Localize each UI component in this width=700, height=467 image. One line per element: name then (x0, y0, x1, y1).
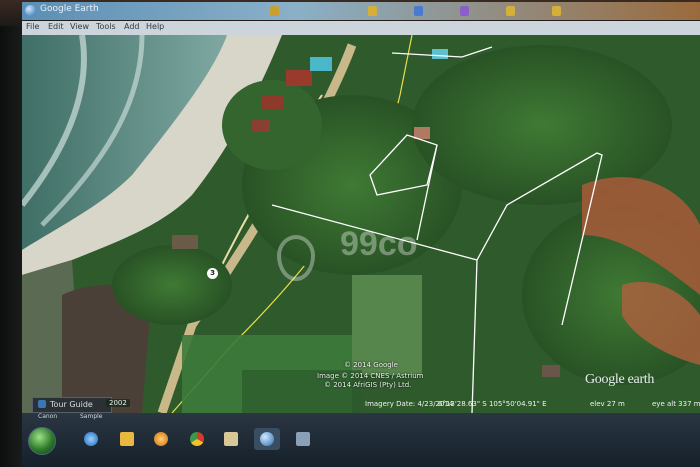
ie-icon[interactable] (78, 428, 104, 450)
toolbar-icon-5[interactable] (506, 6, 515, 16)
route-marker[interactable]: 3 (207, 268, 218, 279)
eye-altitude-readout: eye alt 337 m (652, 400, 700, 408)
toolbar-icon-4[interactable] (460, 6, 469, 16)
tour-guide-button[interactable]: Tour Guide (32, 397, 112, 413)
menu-add[interactable]: Add (124, 22, 140, 31)
google-earth-logo: Google earth (585, 372, 655, 387)
menu-edit[interactable]: Edit (48, 22, 64, 31)
window-titlebar[interactable]: Google Earth (22, 2, 700, 20)
toolbar-icon-3[interactable] (414, 6, 423, 16)
earth-icon[interactable] (254, 428, 280, 450)
media-icon[interactable] (148, 428, 174, 450)
desktop-icon-label-1[interactable]: Canon (38, 413, 57, 420)
toolbar-icon-1[interactable] (270, 6, 279, 16)
tour-guide-icon (38, 400, 46, 408)
explorer-icon[interactable] (114, 428, 140, 450)
chrome-icon[interactable] (184, 428, 210, 450)
desktop-icon-label-2[interactable]: Sample (80, 413, 103, 420)
menu-file[interactable]: File (26, 22, 39, 31)
folder-icon[interactable] (218, 428, 244, 450)
copyright-cnes: Image © 2014 CNES / Astrium (317, 372, 424, 380)
network-icon[interactable] (290, 428, 316, 450)
copyright-google: © 2014 Google (344, 361, 398, 369)
copyright-afrigis: © 2014 AfriGIS (Pty) Ltd. (324, 381, 412, 389)
toolbar-icon-6[interactable] (552, 6, 561, 16)
coordinates-readout: 6°13'28.63" S 105°50'04.91" E (438, 400, 547, 408)
toolbar-icon-2[interactable] (368, 6, 377, 16)
watermark-text: 99co (340, 225, 418, 263)
satellite-map-view[interactable]: 99co 3 © 2014 Google Image © 2014 CNES /… (22, 35, 700, 413)
historical-year[interactable]: 2002 (106, 399, 130, 407)
window-title: Google Earth (40, 4, 99, 14)
tour-guide-label: Tour Guide (50, 400, 93, 409)
elevation-readout: elev 27 m (590, 400, 625, 408)
menu-help[interactable]: Help (146, 22, 164, 31)
map-status-bar: Tour Guide 2002 Imagery Date: 4/23/2014 … (22, 397, 700, 413)
satellite-imagery (22, 35, 700, 413)
menu-tools[interactable]: Tools (96, 22, 116, 31)
start-button[interactable] (28, 427, 56, 455)
windows-taskbar: Canon Sample (22, 413, 700, 467)
menu-view[interactable]: View (70, 22, 89, 31)
menubar: File Edit View Tools Add Help (22, 21, 700, 35)
monitor-bezel-left (0, 0, 24, 467)
google-earth-app-icon (25, 5, 36, 16)
